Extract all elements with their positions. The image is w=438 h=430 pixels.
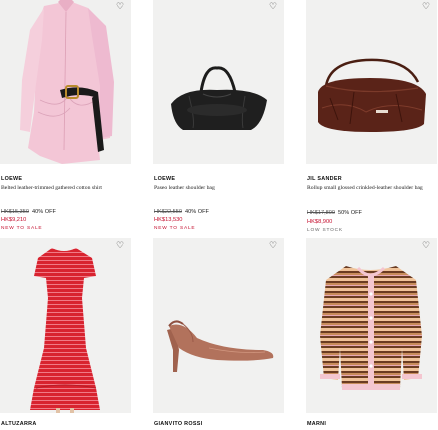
status-badge: NEW TO SALE [1,226,43,231]
product-name[interactable]: Rollup small glossed crinkled-leather sh… [307,184,437,192]
product-name[interactable]: Paseo leather shoulder bag [154,184,285,192]
original-price: HK$22,550 [154,209,182,215]
product-brand: LOEWE [1,176,23,182]
heart-icon[interactable]: ♡ [114,240,126,252]
product-brand: ALTUZARRA [1,421,37,427]
heart-icon[interactable]: ♡ [267,240,279,252]
heart-icon[interactable]: ♡ [267,1,279,13]
red-dress-image [0,238,131,413]
product-image[interactable] [153,238,284,413]
product-image[interactable] [0,0,131,164]
sale-price: HK$13,530 [154,217,183,223]
product-brand: GIANVITO ROSSI [154,421,203,427]
original-price: HK$15,350 [1,209,29,215]
product-brand: LOEWE [154,176,176,182]
sale-price: HK$8,900 [307,219,333,225]
heart-icon[interactable]: ♡ [420,1,432,13]
product-image[interactable] [153,0,284,164]
heart-icon[interactable]: ♡ [114,1,126,13]
original-price: HK$17,800 [307,210,335,216]
price-row: HK$15,350 40% OFF [1,209,56,215]
pink-shirt-image [0,0,131,164]
product-brand: JIL SANDER [307,176,342,182]
product-brand: MARNI [307,421,327,427]
discount-label: 50% OFF [338,210,362,216]
product-image[interactable] [0,238,131,413]
brown-bag-image [306,0,437,164]
product-image[interactable] [306,0,437,164]
product-name[interactable]: Belted leather-trimmed gathered cotton s… [1,184,132,192]
heart-icon[interactable]: ♡ [420,240,432,252]
striped-cardigan-image [306,238,437,413]
slingback-shoe-image [153,238,284,413]
status-badge: NEW TO SALE [154,226,196,231]
discount-label: 40% OFF [185,209,209,215]
black-bag-image [153,0,284,164]
discount-label: 40% OFF [32,209,56,215]
sale-price: HK$9,210 [1,217,27,223]
price-row: HK$22,550 40% OFF [154,209,209,215]
price-row: HK$17,800 50% OFF [307,210,362,216]
status-badge: LOW STOCK [307,228,343,233]
product-image[interactable] [306,238,437,413]
